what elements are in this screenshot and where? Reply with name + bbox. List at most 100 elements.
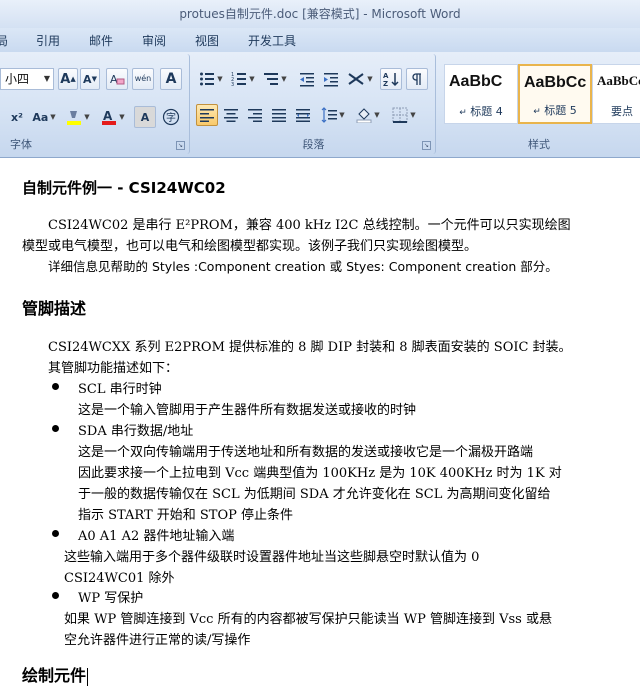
pin-wp-name: WP 写保护: [78, 591, 144, 606]
desc-line-1: CSI24WCXX 系列 E2PROM 提供标准的 8 脚 DIP 封装和 8 …: [48, 340, 572, 355]
tab-developer[interactable]: 开发工具: [248, 32, 296, 49]
style-name-label: 标题 4: [470, 105, 503, 118]
style-name-label: 标题 5: [544, 104, 577, 117]
highlight-button[interactable]: ▼: [62, 106, 94, 128]
phonetic-guide-label: wén: [134, 74, 152, 83]
char-shading-button[interactable]: A: [134, 106, 156, 128]
shading-button[interactable]: ▼: [352, 104, 384, 126]
bullet-list-icon: [200, 72, 215, 86]
tab-mailings[interactable]: 邮件: [89, 32, 113, 49]
paragraph-dialog-launcher-icon[interactable]: ↘: [422, 141, 431, 150]
paragraph-mark-icon: [412, 73, 421, 85]
window-title-bar: protues自制元件.doc [兼容模式] - Microsoft Word: [0, 0, 640, 28]
style-name: ↵ 标题 5: [520, 102, 590, 118]
style-heading-4[interactable]: AaBbC ↵ 标题 4: [444, 64, 518, 124]
font-color-icon: A: [102, 109, 117, 125]
tab-review[interactable]: 审阅: [142, 32, 166, 49]
font-group-label: 字体: [10, 138, 32, 151]
styles-group: AaBbC ↵ 标题 4 AaBbCc ↵ 标题 5 AaBbCc 要点 样式: [438, 54, 640, 154]
intro-line-3: 详细信息见帮助的 Styles :Component creation 或 St…: [48, 259, 558, 274]
chevron-down-icon: ▼: [367, 75, 373, 83]
font-color-button[interactable]: A ▼: [98, 106, 128, 128]
shrink-font-button[interactable]: A ▼: [80, 68, 100, 90]
change-case-button[interactable]: Aa ▼: [30, 106, 58, 128]
bullet-icon: [52, 425, 59, 432]
superscript-label: x²: [11, 110, 23, 124]
chevron-down-icon: ▼: [217, 75, 223, 83]
superscript-button[interactable]: x²: [6, 106, 28, 128]
line-spacing-button[interactable]: ▼: [318, 104, 348, 126]
clear-format-button[interactable]: A: [106, 68, 128, 90]
distribute-icon: [296, 109, 310, 122]
intro-line-1: CSI24WC02 是串行 E²PROM，兼容 400 kHz I2C 总线控制…: [48, 218, 571, 233]
svg-text:3: 3: [231, 82, 234, 87]
justify-button[interactable]: [268, 104, 290, 126]
enclose-char-button[interactable]: 字: [160, 106, 182, 128]
line-spacing-icon: [321, 107, 338, 123]
style-sample: AaBbCc: [597, 73, 640, 88]
chevron-down-icon: ▼: [339, 111, 345, 119]
numbering-button[interactable]: 1 2 3 ▼: [228, 68, 258, 90]
font-size-value: 小四: [5, 72, 30, 86]
justify-icon: [272, 109, 286, 122]
grow-font-label: A: [60, 71, 71, 87]
increase-indent-icon: [324, 73, 338, 87]
align-left-icon: [200, 109, 214, 122]
style-heading-5[interactable]: AaBbCc ↵ 标题 5: [518, 64, 592, 124]
intro-line-2: 模型或电气模型，也可以电气和绘图模型都实现。该例子我们只实现绘图模型。: [22, 239, 478, 254]
grow-font-button[interactable]: A ▲: [58, 68, 78, 90]
clear-format-icon: A: [110, 73, 125, 86]
desc-line-2: 其管脚功能描述如下：: [48, 361, 179, 376]
font-dialog-launcher-icon[interactable]: ↘: [176, 141, 185, 150]
shrink-font-label: A: [83, 72, 92, 86]
borders-button[interactable]: ▼: [388, 104, 420, 126]
bullet-icon: [52, 592, 59, 599]
align-right-icon: [248, 109, 262, 122]
asian-layout-icon: [348, 73, 364, 85]
font-group: 小四 ▼ A ▲ A ▼ A wén A x² Aa ▼ ▼ A ▼ A 字 字…: [0, 54, 190, 154]
align-right-button[interactable]: [244, 104, 266, 126]
bullets-button[interactable]: ▼: [196, 68, 226, 90]
chevron-down-icon: ▼: [281, 75, 287, 83]
char-border-label: A: [165, 71, 177, 87]
pin-wp-desc-1: 如果 WP 管脚连接到 Vcc 所有的内容都被写保护只能读当 WP 管脚连接到 …: [64, 612, 552, 627]
text-cursor: [87, 667, 89, 686]
ribbon: 小四 ▼ A ▲ A ▼ A wén A x² Aa ▼ ▼ A ▼ A 字 字…: [0, 52, 640, 158]
document-page[interactable]: 自制元件例一 - CSI24WC02 CSI24WC02 是串行 E²PROM，…: [0, 159, 640, 691]
paragraph-mark-icon: ↵: [533, 107, 541, 117]
distribute-button[interactable]: [292, 104, 314, 126]
show-marks-button[interactable]: [406, 68, 428, 90]
bullet-icon: [52, 530, 59, 537]
decrease-indent-icon: [300, 73, 314, 87]
section-heading-draw: 绘制元件: [22, 662, 89, 686]
styles-group-label: 样式: [528, 138, 550, 151]
multilevel-list-button[interactable]: ▼: [260, 68, 290, 90]
chevron-down-icon: ▼: [410, 111, 416, 119]
pin-sda-desc-1: 这是一个双向传输端用于传送地址和所有数据的发送或接收它是一个漏极开路端: [78, 445, 534, 460]
align-left-button[interactable]: [196, 104, 218, 126]
multilevel-list-icon: [264, 73, 279, 85]
pin-scl-name: SCL 串行时钟: [78, 382, 162, 397]
bullet-icon: [52, 383, 59, 390]
font-size-select[interactable]: 小四 ▼: [0, 68, 54, 90]
decrease-indent-button[interactable]: [296, 68, 318, 90]
pin-sda-name: SDA 串行数据/地址: [78, 424, 194, 439]
increase-indent-button[interactable]: [320, 68, 342, 90]
tab-view[interactable]: 视图: [195, 32, 219, 49]
align-center-icon: [224, 109, 238, 122]
phonetic-guide-button[interactable]: wén: [132, 68, 154, 90]
style-key-point[interactable]: AaBbCc 要点: [592, 64, 640, 124]
chevron-down-icon: ▼: [50, 113, 56, 121]
svg-text:A: A: [383, 72, 389, 80]
asian-layout-button[interactable]: ▼: [344, 68, 376, 90]
sort-button[interactable]: A Z: [380, 68, 402, 90]
pin-sda-desc-2: 因此要求接一个上拉电到 Vcc 端典型值为 100KHz 是为 10K 400K…: [78, 466, 562, 481]
paint-bucket-icon: [356, 108, 372, 123]
char-border-button[interactable]: A: [160, 68, 182, 90]
style-name: ↵ 标题 4: [445, 103, 517, 119]
tab-layout[interactable]: 局: [0, 32, 8, 49]
doc-title: 自制元件例一 - CSI24WC02: [22, 179, 226, 197]
align-center-button[interactable]: [220, 104, 242, 126]
numbered-list-icon: 1 2 3: [231, 72, 247, 87]
tab-references[interactable]: 引用: [36, 32, 60, 49]
